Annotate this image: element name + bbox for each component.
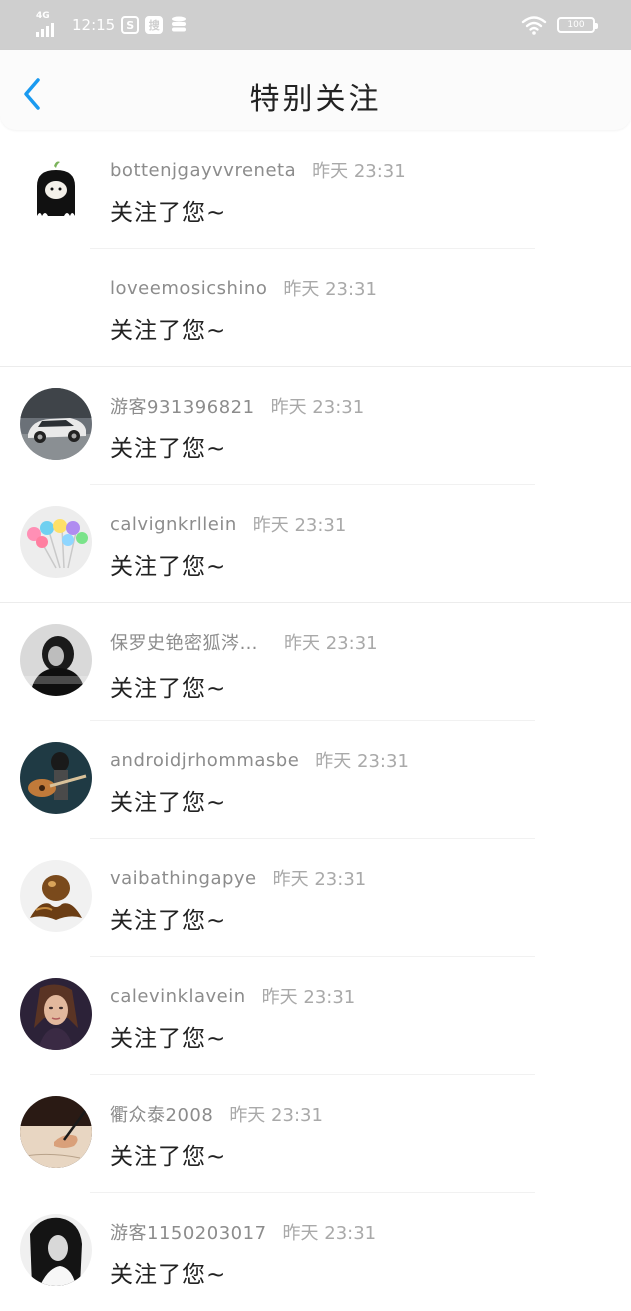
battery-level: 100: [567, 20, 585, 30]
timestamp: 昨天 23:31: [312, 161, 406, 182]
title-bar: 特别关注: [0, 50, 631, 130]
list-item[interactable]: loveemosicshino 昨天 23:31 关注了您~: [0, 249, 631, 367]
list-item[interactable]: 保罗史铯密狐涔… 昨天 23:31 关注了您~: [0, 603, 631, 721]
username[interactable]: vaibathingapye: [110, 868, 257, 889]
status-time: 12:15: [72, 16, 116, 34]
timestamp: 昨天 23:31: [261, 987, 356, 1008]
timestamp: 昨天 23:31: [272, 869, 367, 890]
battery-icon: 100: [557, 17, 598, 33]
signal-icon: 4G: [36, 11, 62, 37]
action-text: 关注了您~: [110, 1144, 227, 1170]
avatar: [20, 152, 92, 224]
timestamp: 昨天 23:31: [283, 279, 377, 300]
action-text: 关注了您~: [110, 790, 227, 816]
action-text: 关注了您~: [110, 318, 227, 344]
username[interactable]: calvignkrllein: [110, 514, 237, 535]
action-text: 关注了您~: [110, 200, 227, 226]
username[interactable]: 衢众泰2008: [110, 1101, 213, 1127]
page-title: 特别关注: [249, 82, 382, 117]
action-text: 关注了您~: [110, 676, 227, 702]
search-app-icon: 搜: [145, 16, 164, 34]
username[interactable]: loveemosicshino: [110, 278, 267, 299]
action-text: 关注了您~: [110, 436, 227, 462]
avatar: [20, 506, 92, 578]
avatar: [20, 742, 92, 814]
avatar: [20, 860, 92, 932]
avatar: [20, 624, 92, 696]
list-item[interactable]: 衢众泰2008 昨天 23:31 关注了您~: [0, 1075, 631, 1193]
action-text: 关注了您~: [110, 1026, 227, 1052]
notification-app-icon: S: [121, 16, 140, 34]
action-text: 关注了您~: [110, 554, 227, 580]
timestamp: 昨天 23:31: [315, 751, 409, 772]
avatar: [20, 388, 92, 460]
username[interactable]: 游客931396821: [110, 393, 255, 419]
username[interactable]: 保罗史铯密狐涔…: [110, 629, 258, 655]
follow-notification-list: bottenjgayvvreneta 昨天 23:31 关注了您~ loveem…: [0, 131, 631, 1311]
list-item[interactable]: 游客931396821 昨天 23:31 关注了您~: [0, 367, 631, 485]
action-text: 关注了您~: [110, 1262, 227, 1288]
avatar: [20, 978, 92, 1050]
wifi-icon: [521, 16, 547, 35]
status-bar: 4G 12:15 S 搜 100: [0, 0, 631, 50]
timestamp: 昨天 23:31: [282, 1223, 377, 1244]
timestamp: 昨天 23:31: [252, 515, 347, 536]
username[interactable]: androidjrhommasbe: [110, 750, 299, 771]
list-item[interactable]: calevinklavein 昨天 23:31 关注了您~: [0, 957, 631, 1075]
database-icon: [172, 16, 187, 32]
timestamp: 昨天 23:31: [270, 397, 365, 418]
timestamp: 昨天 23:31: [229, 1105, 323, 1126]
network-type: 4G: [36, 11, 50, 21]
list-item[interactable]: calvignkrllein 昨天 23:31 关注了您~: [0, 485, 631, 603]
username[interactable]: calevinklavein: [110, 986, 246, 1007]
timestamp: 昨天 23:31: [284, 633, 378, 654]
avatar: [20, 1096, 92, 1168]
avatar: [20, 1214, 92, 1286]
username[interactable]: 游客1150203017: [110, 1219, 267, 1245]
list-item[interactable]: vaibathingapye 昨天 23:31 关注了您~: [0, 839, 631, 957]
action-text: 关注了您~: [110, 908, 227, 934]
list-item[interactable]: androidjrhommasbe 昨天 23:31 关注了您~: [0, 721, 631, 839]
username[interactable]: bottenjgayvvreneta: [110, 160, 296, 181]
list-item[interactable]: bottenjgayvvreneta 昨天 23:31 关注了您~: [0, 131, 631, 249]
list-item[interactable]: 游客1150203017 昨天 23:31 关注了您~: [0, 1193, 631, 1311]
